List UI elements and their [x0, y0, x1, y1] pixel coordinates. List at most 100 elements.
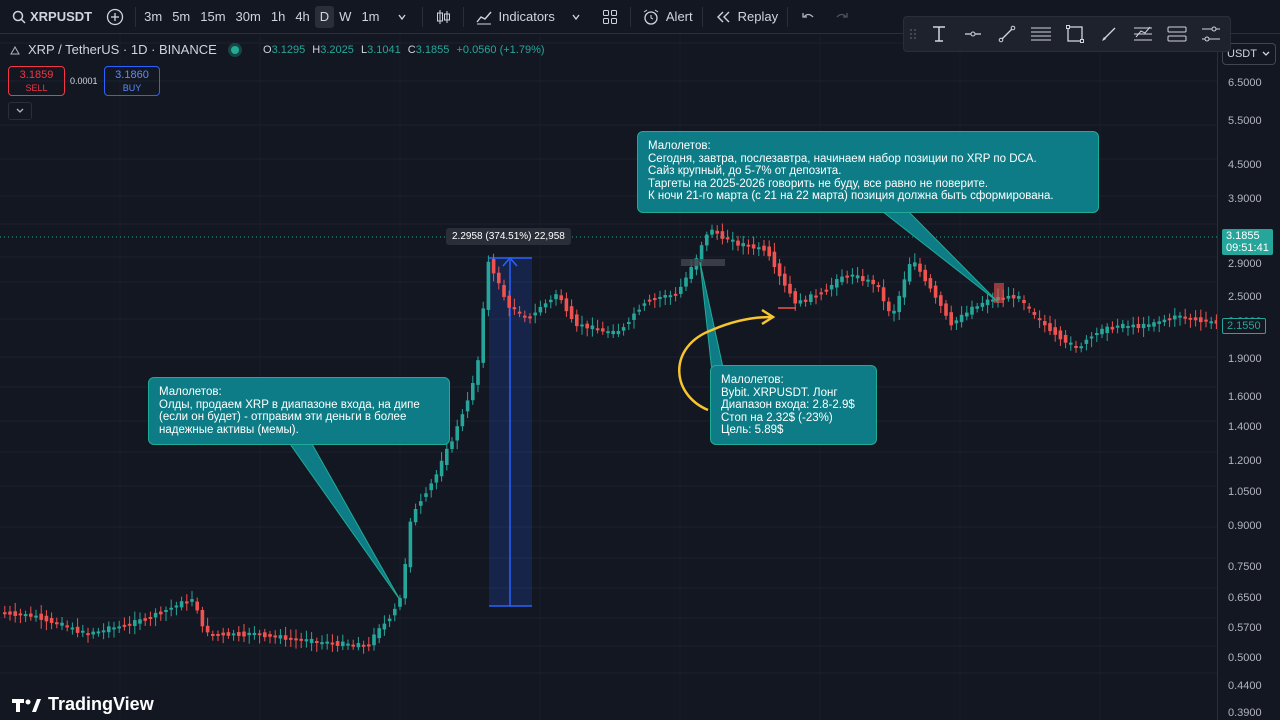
- rewind-icon: [712, 6, 734, 28]
- candle-body: [1053, 327, 1057, 335]
- settings-sliders-icon[interactable]: [1194, 17, 1228, 51]
- candle-body: [814, 295, 818, 298]
- price-range-icon[interactable]: [1160, 17, 1194, 51]
- candle-body: [86, 633, 90, 636]
- candle-body: [460, 414, 465, 427]
- timeframe-30m[interactable]: 30m: [231, 0, 266, 33]
- candle-body: [621, 327, 626, 331]
- horizontal-ray-icon[interactable]: [956, 17, 990, 51]
- alert-button[interactable]: Alert: [634, 0, 699, 33]
- candle-body: [242, 631, 246, 637]
- drag-handle-icon[interactable]: [904, 17, 922, 51]
- candle-body: [793, 291, 797, 304]
- candle-body: [481, 308, 485, 363]
- candle-body: [1027, 306, 1031, 309]
- change-value: +0.0560 (+1.79%): [456, 44, 545, 56]
- buy-button[interactable]: 3.1860 BUY: [104, 66, 160, 96]
- candle-body: [13, 611, 17, 616]
- divider: [787, 6, 789, 27]
- collapse-legend-button[interactable]: [8, 102, 32, 120]
- price-axis[interactable]: 6.50005.50004.50003.90003.20002.90002.50…: [1217, 34, 1280, 720]
- candle-body: [320, 642, 324, 645]
- candle-body: [913, 262, 917, 267]
- timeframe-dropdown[interactable]: [385, 0, 419, 33]
- candle-body: [736, 240, 740, 246]
- candle-body: [543, 303, 548, 308]
- candle-body: [1141, 323, 1146, 329]
- redo-button[interactable]: [825, 0, 859, 33]
- candle-body: [783, 273, 787, 286]
- redo-icon: [831, 6, 853, 28]
- candle-body: [1173, 315, 1177, 320]
- candle-body: [637, 309, 641, 312]
- timeframe-1h[interactable]: 1h: [266, 0, 290, 33]
- candle-body: [850, 274, 855, 277]
- rectangle-tool-icon[interactable]: [1058, 17, 1092, 51]
- replay-button[interactable]: Replay: [706, 0, 784, 33]
- current-price-badge: 3.1855 09:51:41: [1222, 229, 1273, 255]
- callout-left[interactable]: Малолетов: Олды, продаем XRP в диапазоне…: [148, 377, 450, 445]
- long-position-icon[interactable]: [1126, 17, 1160, 51]
- candle-body: [590, 325, 595, 330]
- candle-body: [1183, 316, 1187, 319]
- candle-body: [112, 627, 116, 630]
- candle-body: [205, 625, 210, 633]
- timeframe-15m[interactable]: 15m: [195, 0, 230, 33]
- trend-line-icon[interactable]: [990, 17, 1024, 51]
- candle-body: [1147, 324, 1151, 327]
- callout-mid[interactable]: Малолетов: Bybit. XRPUSDT. Лонг Диапазон…: [710, 365, 877, 445]
- buy-price: 3.1860: [115, 69, 149, 81]
- candle-body: [975, 306, 979, 309]
- undo-icon: [797, 6, 819, 28]
- candle-body: [512, 307, 517, 310]
- legend-title: XRP / TetherUS · 1D · BINANCE: [28, 42, 217, 57]
- candle-body: [419, 501, 423, 506]
- candle-body: [211, 633, 215, 636]
- price-tick: 0.6500: [1228, 592, 1262, 604]
- candle-body: [195, 601, 199, 611]
- candle-body: [949, 312, 953, 326]
- price-tick: 4.5000: [1228, 159, 1262, 171]
- low-value: 3.1041: [367, 44, 401, 56]
- candle-body: [471, 382, 475, 401]
- text-tool-icon[interactable]: [922, 17, 956, 51]
- candle-body: [980, 302, 985, 307]
- candle-body: [502, 285, 506, 297]
- timeframe-d[interactable]: D: [314, 5, 335, 28]
- add-symbol-button[interactable]: [98, 0, 132, 33]
- candle-body: [283, 635, 288, 640]
- brush-tool-icon[interactable]: [1092, 17, 1126, 51]
- fib-retracement-icon[interactable]: [1024, 17, 1058, 51]
- close-label: C: [407, 44, 416, 56]
- candle-body: [325, 641, 329, 644]
- candle-body: [918, 263, 922, 272]
- indicators-button[interactable]: Indicators: [467, 0, 593, 33]
- candle-body: [1121, 323, 1125, 329]
- candle-body: [138, 619, 142, 624]
- layouts-button[interactable]: [593, 0, 627, 33]
- chart-type-button[interactable]: [426, 0, 460, 33]
- timeframe-1mo[interactable]: 1m: [356, 0, 384, 33]
- candle-body: [372, 634, 376, 646]
- callout-top[interactable]: Малолетов: Сегодня, завтра, послезавтра,…: [637, 131, 1099, 213]
- sell-button[interactable]: 3.1859 SELL: [8, 66, 65, 96]
- undo-button[interactable]: [791, 0, 825, 33]
- candle-body: [179, 601, 184, 608]
- timeframe-w[interactable]: W: [334, 0, 356, 33]
- last-price-badge: 2.1550: [1222, 318, 1266, 334]
- replay-label: Replay: [737, 9, 779, 24]
- candle-body: [486, 261, 491, 310]
- timeframe-3m[interactable]: 3m: [139, 0, 167, 33]
- timeframe-5m[interactable]: 5m: [167, 0, 195, 33]
- candle-body: [985, 299, 990, 306]
- candle-body: [897, 295, 901, 313]
- symbol-search[interactable]: XRPUSDT: [0, 0, 98, 33]
- candle-body: [413, 508, 418, 523]
- chevron-down-icon: [1262, 51, 1270, 56]
- candle-body: [606, 331, 610, 334]
- timeframe-4h[interactable]: 4h: [290, 0, 314, 33]
- candle-body: [668, 295, 673, 298]
- tradingview-logo[interactable]: TradingView: [12, 694, 154, 715]
- pin-icon[interactable]: [8, 43, 22, 57]
- candle-body: [1199, 317, 1203, 323]
